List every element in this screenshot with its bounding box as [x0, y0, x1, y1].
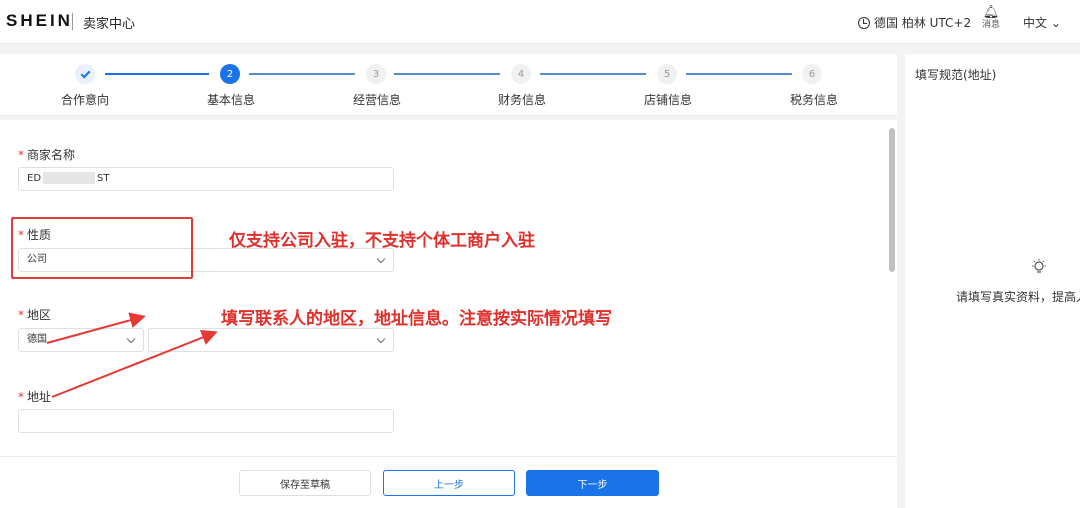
- guidelines-title: 填写规范(地址): [915, 68, 997, 82]
- guidelines-hint: 请填写真实资料，提高入: [956, 290, 1080, 304]
- guidelines-panel: 填写规范(地址) 请填写真实资料，提高入: [905, 54, 1080, 508]
- lightbulb-icon: [1032, 259, 1046, 273]
- arrow-to-address: [51, 329, 218, 398]
- arrow-to-country: [46, 312, 146, 344]
- next-step-button[interactable]: 下一步: [526, 470, 659, 496]
- save-draft-button[interactable]: 保存至草稿: [239, 470, 371, 496]
- prev-step-button[interactable]: 上一步: [383, 470, 515, 496]
- form-footer: 保存至草稿 上一步 下一步: [0, 456, 897, 508]
